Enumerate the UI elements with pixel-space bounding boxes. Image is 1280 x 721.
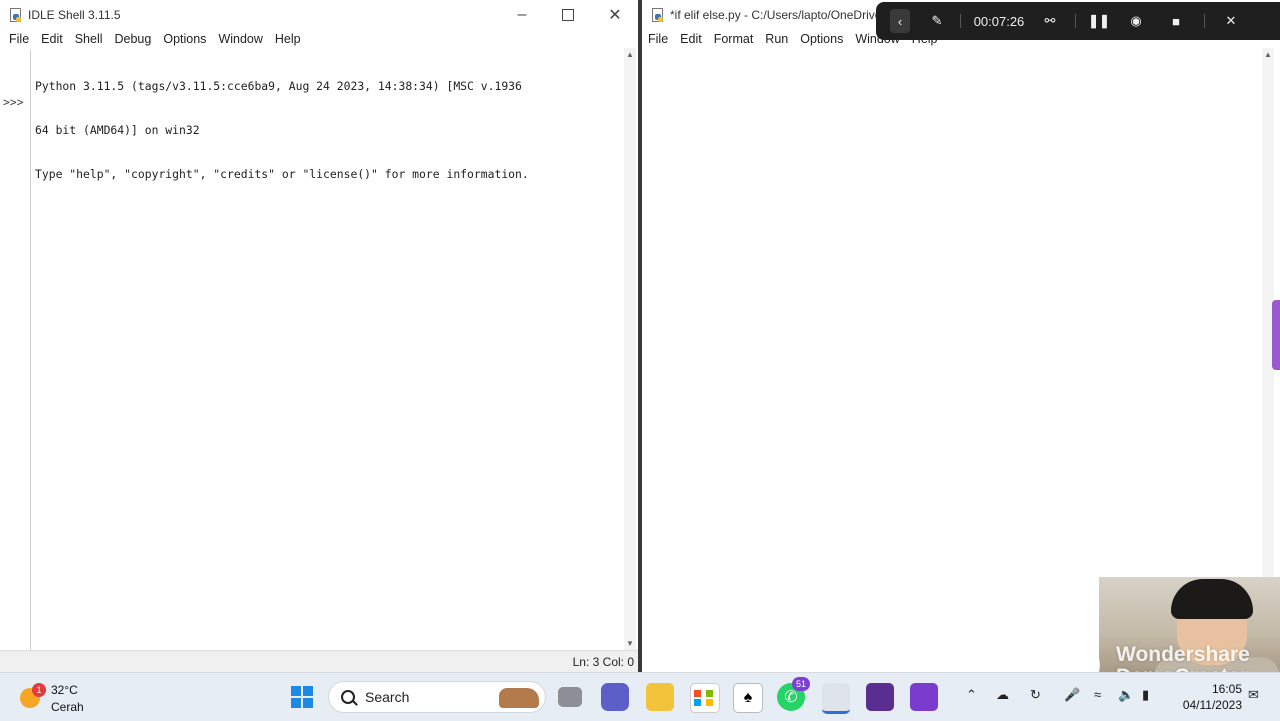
sync-icon[interactable]: ↻ — [1030, 687, 1041, 703]
menu-shell[interactable]: Shell — [75, 32, 103, 46]
clock-date: 04/11/2023 — [1182, 698, 1242, 712]
menu-edit[interactable]: Edit — [680, 32, 702, 46]
notifications-icon[interactable]: ✉ — [1248, 687, 1259, 703]
watermark-line1: Wondershare — [1116, 643, 1250, 666]
menu-edit[interactable]: Edit — [41, 32, 63, 46]
python-file-icon — [650, 8, 664, 22]
menu-run[interactable]: Run — [765, 32, 788, 46]
menu-file[interactable]: File — [648, 32, 668, 46]
taskbar-search[interactable]: Search — [328, 681, 546, 713]
search-highlight-icon — [499, 688, 539, 708]
camera-icon[interactable]: ◉ — [1116, 2, 1156, 40]
chevron-up-icon[interactable]: ⌃ — [966, 687, 977, 703]
shell-output[interactable]: Python 3.11.5 (tags/v3.11.5:cce6ba9, Aug… — [35, 50, 529, 211]
weather-condition: Cerah — [51, 700, 84, 714]
recorder-toolbar: ‹ ✎ 00:07:26 ⚯ ❚❚ ◉ ■ ✕ — [876, 2, 1280, 40]
weather-temp: 32°C — [51, 683, 78, 697]
teams-icon[interactable] — [601, 683, 629, 711]
close-icon[interactable]: ✕ — [1211, 2, 1251, 40]
banner-line: Python 3.11.5 (tags/v3.11.5:cce6ba9, Aug… — [35, 79, 522, 94]
clock-time: 16:05 — [1211, 682, 1242, 696]
start-icon[interactable] — [288, 683, 316, 711]
idle-shell-window: IDLE Shell 3.11.5 – ✕ File Edit Shell De… — [0, 0, 638, 672]
search-icon — [341, 690, 355, 704]
battery-icon[interactable]: ▮ — [1142, 687, 1149, 703]
file-explorer-icon[interactable] — [646, 683, 674, 711]
taskbar: 1 32°C Cerah Search ♠ ✆ 51 ⌃ ☁ ↻ 🎤 ≈ 🔈 ▮… — [0, 672, 1280, 721]
menu-format[interactable]: Format — [714, 32, 754, 46]
shell-prompt-gutter — [0, 50, 31, 650]
shell-statusbar: Ln: 3 Col: 0 — [0, 650, 638, 672]
notification-badge: 1 — [32, 683, 46, 697]
maximize-icon[interactable] — [545, 0, 591, 30]
onedrive-icon[interactable]: ☁ — [996, 687, 1009, 703]
menu-window[interactable]: Window — [218, 32, 262, 46]
visual-studio-icon[interactable] — [866, 683, 894, 711]
minimize-icon[interactable]: – — [499, 0, 545, 30]
banner-line: Type "help", "copyright", "credits" or "… — [35, 166, 529, 181]
menu-options[interactable]: Options — [800, 32, 843, 46]
pen-icon[interactable]: ✎ — [920, 2, 954, 40]
scroll-up-icon[interactable]: ▲ — [626, 50, 634, 59]
system-clock[interactable]: 16:05 04/11/2023 — [1168, 681, 1242, 713]
task-view-icon[interactable] — [558, 687, 582, 707]
shell-titlebar[interactable]: IDLE Shell 3.11.5 – ✕ — [0, 0, 638, 30]
shell-menubar: File Edit Shell Debug Options Window Hel… — [0, 30, 638, 48]
menu-file[interactable]: File — [9, 32, 29, 46]
shield-icon[interactable]: ⚯ — [1031, 2, 1069, 40]
whatsapp-badge: 51 — [792, 677, 810, 691]
close-icon[interactable]: ✕ — [592, 0, 638, 30]
side-panel-tab[interactable] — [1272, 300, 1280, 370]
solitaire-icon[interactable]: ♠ — [733, 683, 763, 713]
menu-options[interactable]: Options — [163, 32, 206, 46]
menu-help[interactable]: Help — [275, 32, 301, 46]
wifi-icon[interactable]: ≈ — [1094, 687, 1101, 702]
idle-editor-window: *if elif else.py - C:/Users/lapto/OneDri… — [642, 0, 1280, 672]
chevron-left-icon[interactable]: ‹ — [890, 9, 910, 33]
microsoft-store-icon[interactable] — [690, 683, 720, 713]
recording-timer: 00:07:26 — [973, 13, 1025, 29]
stop-icon[interactable]: ■ — [1156, 2, 1196, 40]
visual-studio-icon-2[interactable] — [910, 683, 938, 711]
pause-icon[interactable]: ❚❚ — [1082, 2, 1116, 40]
python-idle-icon — [8, 8, 22, 22]
search-label: Search — [365, 689, 410, 705]
scroll-down-icon[interactable]: ▼ — [626, 639, 634, 648]
scroll-up-icon[interactable]: ▲ — [1264, 50, 1272, 59]
weather-widget[interactable]: 1 32°C Cerah — [20, 679, 100, 715]
banner-line: 64 bit (AMD64)] on win32 — [35, 122, 200, 137]
volume-icon[interactable]: 🔈 — [1118, 687, 1134, 703]
shell-scrollbar[interactable]: ▲ ▼ — [624, 48, 636, 650]
idle-taskbar-icon[interactable] — [822, 683, 850, 714]
shell-prompt: >>> — [3, 95, 24, 109]
editor-title: *if elif else.py - C:/Users/lapto/OneDri… — [670, 8, 882, 22]
shell-title: IDLE Shell 3.11.5 — [28, 8, 121, 22]
microphone-icon[interactable]: 🎤 — [1064, 687, 1080, 703]
cursor-position: Ln: 3 Col: 0 — [572, 655, 634, 669]
menu-debug[interactable]: Debug — [115, 32, 152, 46]
